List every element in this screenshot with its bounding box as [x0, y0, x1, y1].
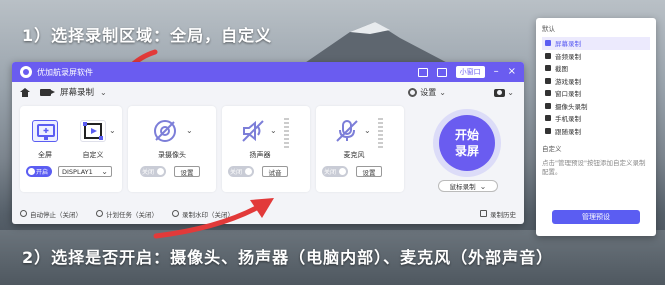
chevron-down-icon: ⌄ — [101, 167, 108, 176]
camera-label: 录摄像头 — [158, 151, 186, 159]
fullscreen-label: 全屏 — [38, 151, 52, 159]
auto-stop-button[interactable]: 自动停止（关闭） — [20, 209, 82, 219]
sidebar-item-follow-record[interactable]: 跟随录制 — [542, 125, 650, 138]
speaker-test-button[interactable]: 试音 — [262, 166, 288, 177]
sidebar-item-phone-record[interactable]: 手机录制 — [542, 112, 650, 125]
history-label: 录制历史 — [490, 210, 516, 219]
chevron-down-icon[interactable]: ⌄ — [186, 126, 193, 135]
clock-icon — [20, 210, 27, 217]
sidebar-item-label: 音频录制 — [555, 52, 581, 61]
menu-icon[interactable] — [436, 67, 447, 77]
sidebar-item-window-record[interactable]: 窗口录制 — [542, 87, 650, 100]
window-icon — [545, 90, 551, 97]
sidebar-item-screenshot[interactable]: 截图 — [542, 62, 650, 75]
gear-icon — [408, 87, 418, 97]
speaker-icon[interactable] — [240, 118, 266, 142]
camera-icon — [494, 88, 506, 97]
sidebar-item-label: 游戏录制 — [555, 77, 581, 86]
schedule-button[interactable]: 计划任务（关闭） — [96, 209, 158, 219]
display-value: DISPLAY1 — [62, 167, 93, 176]
custom-label: 自定义 — [82, 151, 104, 159]
camera-toggle[interactable]: 关闭 — [140, 166, 166, 177]
chevron-down-icon[interactable]: ⌄ — [364, 126, 371, 135]
sidebar-item-game-record[interactable]: 游戏录制 — [542, 75, 650, 88]
custom-section-header: 自定义 — [542, 145, 562, 153]
app-title: 优加航录屏软件 — [37, 67, 93, 77]
microphone-settings-button[interactable]: 设置 — [356, 166, 382, 177]
camera-settings-button[interactable]: 设置 — [174, 166, 200, 177]
camera-card: ⌄ 录摄像头 关闭 设置 — [128, 106, 216, 192]
mode-dropdown[interactable]: 屏幕录制 — [60, 86, 94, 98]
video-icon — [40, 88, 55, 96]
custom-area-button[interactable] — [80, 120, 106, 142]
settings-button[interactable]: 设置 ⌄ — [408, 87, 446, 98]
speaker-card: ⌄ 扬声器 关闭 试音 — [222, 106, 310, 192]
sidebar-item-camera-record[interactable]: 摄像头录制 — [542, 100, 650, 113]
chevron-down-icon[interactable]: ⌄ — [109, 126, 116, 135]
microphone-icon[interactable] — [334, 118, 360, 142]
phone-icon — [545, 115, 551, 122]
app-logo-icon — [20, 66, 32, 78]
manage-presets-button[interactable]: 管理预设 — [552, 210, 640, 224]
start-label-line2: 录屏 — [454, 144, 479, 158]
microphone-toggle[interactable]: 关闭 — [322, 166, 348, 177]
chevron-down-icon[interactable]: ⌄ — [270, 126, 277, 135]
speaker-volume-meter — [284, 118, 289, 148]
speaker-label: 扬声器 — [249, 151, 271, 159]
audio-icon — [545, 52, 551, 59]
start-label-line1: 开始 — [454, 128, 479, 142]
gamepad-icon — [545, 77, 551, 84]
display-select[interactable]: DISPLAY1 ⌄ — [58, 166, 112, 177]
sidebar-item-label: 窗口录制 — [555, 90, 581, 99]
title-bar: 优加航录屏软件 小窗口 – × — [12, 62, 524, 82]
annotation-step1: 1）选择录制区域：全局，自定义 — [22, 26, 273, 45]
chevron-down-icon: ⌄ — [507, 88, 514, 97]
toolbar: 屏幕录制 ⌄ 设置 ⌄ ⌄ — [12, 82, 524, 102]
sidebar-item-label: 屏幕录制 — [555, 40, 581, 49]
screen-area-card: ⌄ 全屏 自定义 开启 DISPLAY1 ⌄ — [20, 106, 122, 192]
preset-sidebar: 默认 屏幕录制 音频录制 截图 游戏录制 窗口录制 摄像头录制 手机录制 跟随录… — [536, 18, 656, 236]
speaker-toggle[interactable]: 关闭 — [228, 166, 254, 177]
sidebar-item-label: 截图 — [555, 65, 568, 74]
mouse-record-label: 鼠标录制 — [449, 183, 476, 191]
sidebar-item-screen-record[interactable]: 屏幕录制 — [542, 37, 650, 50]
start-record-button[interactable]: 开始 录屏 — [433, 109, 501, 177]
sidebar-item-label: 手机录制 — [555, 115, 581, 124]
chevron-down-icon: ⌄ — [479, 181, 487, 191]
history-button[interactable]: 录制历史 — [480, 209, 516, 219]
auto-stop-label: 自动停止（关闭） — [30, 210, 82, 219]
timer-icon — [96, 210, 103, 217]
camera-device-icon[interactable] — [152, 118, 178, 142]
custom-region-icon — [83, 122, 103, 140]
sidebar-header: 默认 — [542, 25, 555, 33]
monitor-icon — [37, 124, 55, 140]
sidebar-item-audio-record[interactable]: 音频录制 — [542, 50, 650, 63]
sidebar-item-label: 摄像头录制 — [555, 102, 588, 111]
screen-toggle[interactable]: 开启 — [26, 166, 52, 177]
chevron-down-icon: ⌄ — [439, 87, 446, 97]
list-icon — [480, 210, 487, 217]
home-icon[interactable] — [20, 87, 30, 97]
sidebar-item-label: 跟随录制 — [555, 127, 581, 136]
chevron-down-icon[interactable]: ⌄ — [100, 88, 107, 97]
close-icon[interactable]: × — [508, 67, 516, 77]
minimize-icon[interactable]: – — [494, 67, 499, 77]
microphone-label: 麦克风 — [343, 151, 365, 159]
custom-description: 点击"管理预设"按钮添加自定义录制配置。 — [542, 159, 646, 176]
mouse-record-select[interactable]: 鼠标录制 ⌄ — [438, 180, 498, 192]
microphone-card: ⌄ 麦克风 关闭 设置 — [316, 106, 404, 192]
arrow-annotation-2 — [153, 198, 274, 239]
mic-volume-meter — [378, 118, 383, 148]
fullscreen-button[interactable] — [32, 120, 58, 142]
snapshot-button[interactable]: ⌄ — [494, 88, 514, 97]
screen-icon — [545, 40, 551, 47]
cursor-icon — [545, 127, 551, 134]
annotation-step2: 2）选择是否开启：摄像头、扬声器（电脑内部）、麦克风（外部声音） — [22, 248, 554, 267]
camera-icon — [545, 102, 551, 109]
settings-label: 设置 — [420, 87, 437, 97]
mini-window-button[interactable]: 小窗口 — [455, 66, 485, 78]
screenshot-icon — [545, 65, 551, 72]
screen-icon[interactable] — [417, 67, 428, 77]
